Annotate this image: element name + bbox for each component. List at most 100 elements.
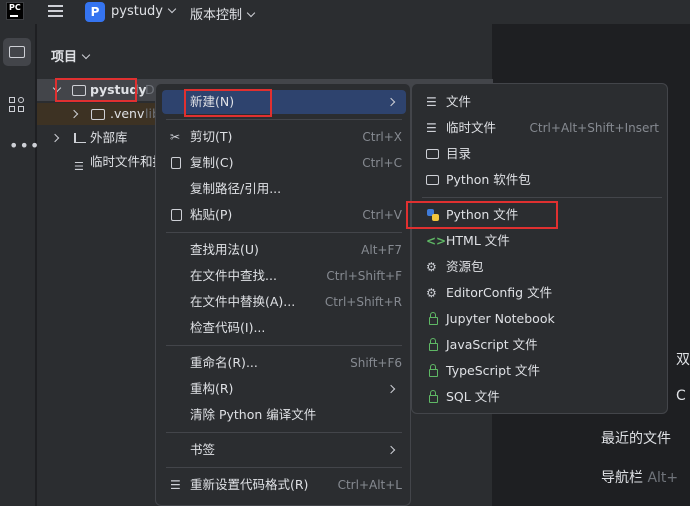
- lock-icon: [429, 338, 438, 351]
- menu-item-label: 剪切(T): [190, 129, 233, 144]
- menu-separator: [166, 432, 402, 433]
- menu-item-inspect-code[interactable]: 检查代码(I)...: [162, 316, 406, 340]
- annotation-box-python-file: [406, 201, 558, 229]
- editor-hint-2: C: [676, 388, 686, 404]
- annotation-box-pystudy: [55, 78, 137, 102]
- lock-icon: [429, 364, 438, 377]
- menu-item-shortcut: Ctrl+V: [362, 208, 402, 222]
- panel-title-label: 项目: [51, 50, 78, 65]
- submenu-item-label: Python 软件包: [446, 172, 531, 187]
- menu-item-shortcut: Ctrl+Alt+L: [337, 478, 402, 492]
- editor-hint-navbar: 导航栏 Alt+: [601, 467, 678, 487]
- folder-icon: [91, 109, 105, 120]
- menu-item-label: 重命名(R)...: [190, 355, 258, 370]
- editor-hint-1: 双: [676, 352, 690, 368]
- submenu-item-label: JavaScript 文件: [446, 337, 538, 352]
- menu-item-label: 粘贴(P): [190, 207, 233, 222]
- project-tool-button[interactable]: [3, 38, 31, 66]
- submenu-item-label: 文件: [446, 94, 472, 109]
- submenu-item-label: TypeScript 文件: [446, 363, 540, 378]
- tree-item-path: D: [145, 82, 155, 97]
- menu-item-label: 查找用法(U): [190, 242, 259, 257]
- logo-text: PC: [9, 3, 21, 12]
- menu-item-label: 在文件中替换(A)...: [190, 294, 296, 309]
- submenu-item-directory[interactable]: 目录: [418, 142, 663, 166]
- submenu-item-python-package[interactable]: Python 软件包: [418, 168, 663, 192]
- submenu-item-resource-bundle[interactable]: ⚙ 资源包: [418, 255, 663, 279]
- submenu-item-sql[interactable]: SQL 文件: [418, 385, 663, 409]
- menu-item-copy-path[interactable]: 复制路径/引用...: [162, 177, 406, 201]
- menu-item-cut[interactable]: ✂ 剪切(T) Ctrl+X: [162, 125, 406, 149]
- panel-title[interactable]: 项目: [51, 46, 91, 65]
- menu-item-bookmarks[interactable]: 书签: [162, 438, 406, 462]
- chevron-down-icon: [81, 50, 91, 60]
- menu-separator: [166, 467, 402, 468]
- resource-bundle-icon: ⚙: [426, 260, 437, 274]
- submenu-item-editorconfig[interactable]: ⚙ EditorConfig 文件: [418, 281, 663, 305]
- expand-arrow-icon[interactable]: [50, 133, 60, 143]
- menu-separator: [422, 197, 662, 198]
- menu-item-rename[interactable]: 重命名(R)... Shift+F6: [162, 351, 406, 375]
- pycharm-logo-icon[interactable]: PC: [6, 2, 24, 20]
- menu-item-shortcut: Shift+F6: [350, 356, 402, 370]
- format-icon: ☰: [170, 478, 181, 492]
- project-badge[interactable]: P: [85, 2, 105, 22]
- menu-item-clean-python-compiled[interactable]: 清除 Python 编译文件: [162, 403, 406, 427]
- menu-item-shortcut: Ctrl+C: [362, 156, 402, 170]
- new-submenu: ☰ 文件 ☰ 临时文件 Ctrl+Alt+Shift+Insert 目录 Pyt…: [406, 83, 668, 414]
- menu-item-find-usages[interactable]: 查找用法(U) Alt+F7: [162, 238, 406, 262]
- menu-item-paste[interactable]: 粘贴(P) Ctrl+V: [162, 203, 406, 227]
- submenu-item-javascript[interactable]: JavaScript 文件: [418, 333, 663, 357]
- tree-item-label: 临时文件和控: [90, 154, 166, 169]
- menu-separator: [166, 119, 402, 120]
- menu-item-find-in-files[interactable]: 在文件中查找... Ctrl+Shift+F: [162, 264, 406, 288]
- submenu-item-label: HTML 文件: [446, 233, 510, 248]
- menu-item-copy[interactable]: 复制(C) Ctrl+C: [162, 151, 406, 175]
- main-menu-icon[interactable]: [48, 5, 63, 17]
- menu-item-refactor[interactable]: 重构(R): [162, 377, 406, 401]
- scratches-icon: ☰: [74, 160, 84, 173]
- folder-icon: [426, 147, 440, 161]
- tree-item-label: .venv: [110, 106, 145, 121]
- submenu-item-html-file[interactable]: <> HTML 文件: [418, 229, 663, 253]
- project-name: pystudy: [111, 4, 163, 19]
- menu-item-shortcut: Alt+F7: [361, 243, 402, 257]
- expand-arrow-icon[interactable]: [69, 109, 79, 119]
- menu-item-reformat-code[interactable]: ☰ 重新设置代码格式(R) Ctrl+Alt+L: [162, 473, 406, 497]
- project-switcher[interactable]: pystudy: [111, 4, 177, 19]
- file-icon: ☰: [426, 95, 437, 109]
- submenu-arrow-icon: [386, 97, 396, 107]
- paste-icon: [170, 208, 184, 222]
- chevron-down-icon: [167, 4, 177, 14]
- submenu-item-typescript[interactable]: TypeScript 文件: [418, 359, 663, 383]
- menu-item-label: 重新设置代码格式(R): [190, 477, 309, 492]
- submenu-item-label: 临时文件: [446, 120, 497, 135]
- hint-label: 导航栏: [601, 470, 643, 486]
- html-icon: <>: [426, 234, 447, 248]
- menu-item-label: 清除 Python 编译文件: [190, 407, 317, 422]
- submenu-item-file[interactable]: ☰ 文件: [418, 90, 663, 114]
- submenu-item-jupyter[interactable]: Jupyter Notebook: [418, 307, 663, 331]
- more-tools-icon[interactable]: •••: [9, 136, 40, 155]
- menu-item-label: 复制(C): [190, 155, 234, 170]
- vcs-menu[interactable]: 版本控制: [190, 4, 256, 23]
- submenu-item-label: EditorConfig 文件: [446, 285, 553, 300]
- editorconfig-icon: ⚙: [426, 286, 437, 300]
- vcs-label: 版本控制: [190, 8, 243, 23]
- menu-item-label: 复制路径/引用...: [190, 181, 282, 196]
- tree-item-label: 外部库: [90, 130, 128, 145]
- submenu-item-scratch-file[interactable]: ☰ 临时文件 Ctrl+Alt+Shift+Insert: [418, 116, 663, 140]
- folder-icon: [9, 46, 25, 58]
- hint-label: 最近的文件: [601, 431, 671, 447]
- menu-item-label: 重构(R): [190, 381, 234, 396]
- scratch-file-icon: ☰: [426, 121, 437, 135]
- menu-item-label: 在文件中查找...: [190, 268, 277, 283]
- menu-item-replace-in-files[interactable]: 在文件中替换(A)... Ctrl+Shift+R: [162, 290, 406, 314]
- cut-icon: ✂: [170, 130, 181, 144]
- submenu-item-label: 资源包: [446, 259, 484, 274]
- context-menu: 新建(N) ✂ 剪切(T) Ctrl+X 复制(C) Ctrl+C 复制路径/引…: [155, 83, 411, 506]
- structure-icon[interactable]: [9, 97, 25, 113]
- menu-item-shortcut: Ctrl+Shift+R: [324, 295, 402, 309]
- menu-item-shortcut: Ctrl+Shift+F: [326, 269, 402, 283]
- submenu-item-shortcut: Ctrl+Alt+Shift+Insert: [529, 121, 659, 135]
